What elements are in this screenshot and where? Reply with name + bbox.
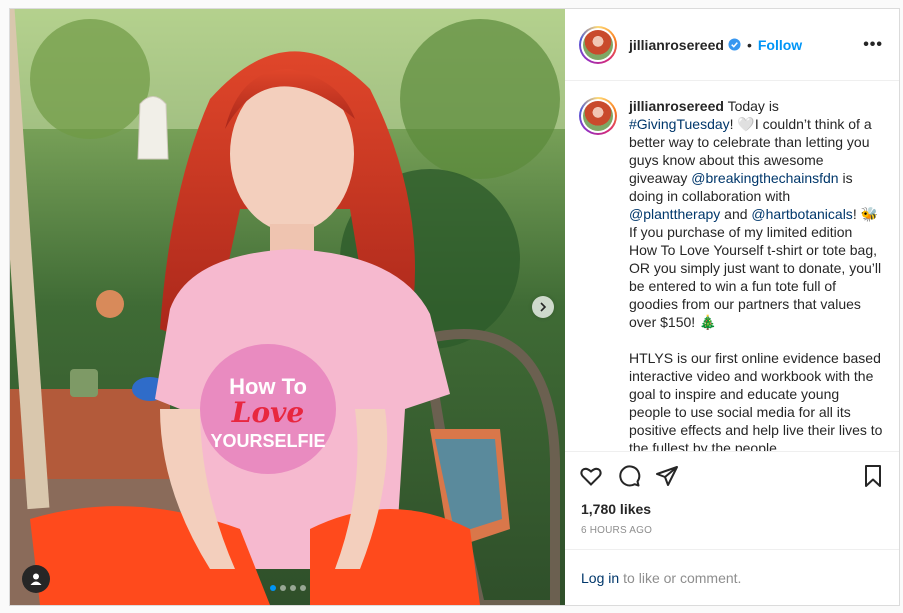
caption-text-segment: Today is — [723, 98, 779, 114]
chevron-right-icon — [540, 302, 547, 312]
svg-text:YOURSELFIE: YOURSELFIE — [210, 431, 325, 451]
avatar[interactable] — [579, 97, 617, 135]
carousel-indicator — [269, 585, 306, 591]
carousel-dot — [269, 585, 276, 591]
caption-username[interactable]: jillianrosereed — [629, 98, 724, 114]
caption-text-segment: and — [720, 206, 752, 222]
likes-count[interactable]: 1,780 likes — [565, 499, 899, 519]
carousel-next-button[interactable] — [532, 296, 554, 318]
caption-area: jillianrosereed Today is #GivingTuesday!… — [565, 81, 899, 451]
login-prompt: Log in to like or comment. — [565, 549, 899, 605]
follow-button[interactable]: Follow — [758, 37, 802, 53]
post-header: jillianrosereed • Follow ••• — [565, 9, 899, 81]
more-options-button[interactable]: ••• — [863, 36, 883, 54]
paper-plane-icon[interactable] — [655, 464, 679, 488]
post-photo: How To Love YOURSELFIE — [10, 9, 565, 605]
login-link[interactable]: Log in — [581, 570, 619, 586]
caption-link[interactable]: #GivingTuesday — [629, 116, 730, 132]
action-bar — [565, 451, 899, 499]
caption-link[interactable]: @breakingthechainsfdn — [691, 170, 838, 186]
caption-link[interactable]: @planttherapy — [629, 206, 720, 222]
post-media[interactable]: How To Love YOURSELFIE — [10, 9, 565, 605]
user-tag-icon — [30, 573, 42, 585]
bookmark-icon[interactable] — [861, 464, 885, 488]
heart-icon[interactable] — [579, 464, 603, 488]
svg-text:Love: Love — [231, 396, 304, 429]
caption-link[interactable]: @hartbotanicals — [751, 206, 852, 222]
username-link[interactable]: jillianrosereed — [629, 37, 724, 53]
post-dialog: How To Love YOURSELFIE jillianrosereed • — [9, 8, 900, 606]
post-timestamp[interactable]: 6 HOURS AGO — [565, 525, 899, 543]
carousel-dot — [279, 585, 286, 591]
comment-icon[interactable] — [617, 464, 641, 488]
caption-text-segment: ! 🐝If you purchase of my limited edition… — [629, 206, 883, 451]
caption: jillianrosereed Today is #GivingTuesday!… — [629, 97, 883, 451]
verified-badge-icon — [728, 38, 741, 51]
carousel-dot — [289, 585, 296, 591]
carousel-dot — [299, 585, 306, 591]
login-prompt-text: to like or comment. — [623, 569, 742, 586]
separator: • — [746, 36, 752, 53]
post-sidebar: jillianrosereed • Follow ••• jillianrose… — [565, 9, 899, 605]
avatar[interactable] — [579, 25, 617, 64]
tagged-users-button[interactable] — [22, 565, 50, 593]
